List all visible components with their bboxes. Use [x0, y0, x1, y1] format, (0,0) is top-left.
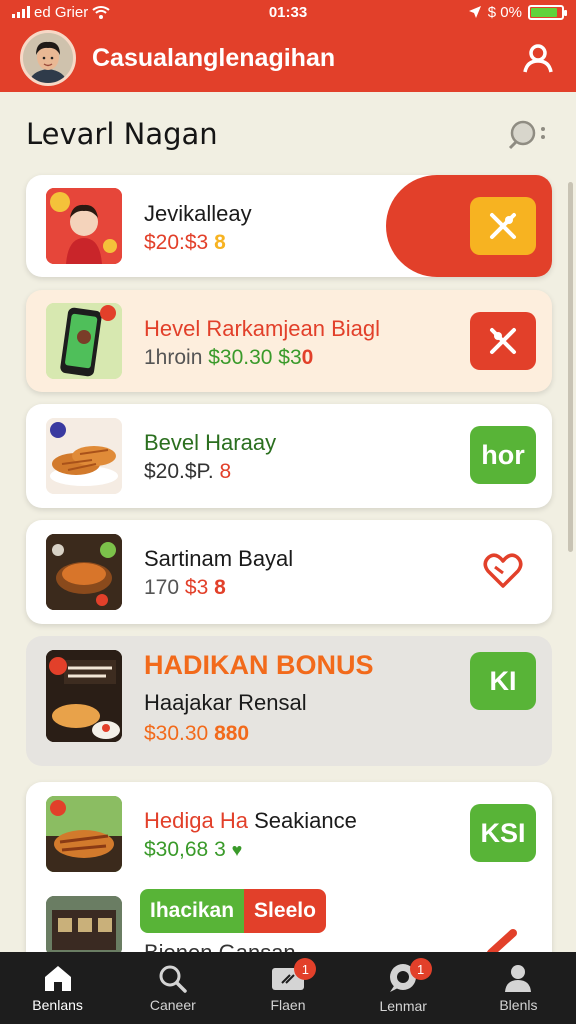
sparkle-icon [490, 328, 516, 354]
item-action-button[interactable]: KI [470, 652, 536, 710]
list-item[interactable]: Bevel Haraay $20.$P. 8 hor [26, 404, 552, 508]
tab-label: Caneer [149, 997, 196, 1013]
item-price-value: $20.$P. [144, 460, 214, 483]
phone-image [46, 303, 122, 379]
home-icon [44, 966, 71, 991]
item-price-value: $30.30 [144, 722, 209, 745]
battery-icon [528, 4, 567, 20]
carrier-label: ed Grier [34, 3, 89, 21]
notification-badge: 1 [409, 958, 432, 980]
thumbnail-art [46, 188, 122, 264]
tab-label: Blenls [499, 997, 538, 1013]
tab-home[interactable]: Benlans [0, 952, 115, 1024]
favorite-button[interactable] [470, 542, 536, 600]
food-image [46, 796, 122, 872]
sparkle-icon [490, 213, 516, 239]
status-right: $ 0% [468, 3, 567, 21]
item-price-value: $30,68 3 [144, 838, 226, 861]
item-price-value: $20:$3 [144, 231, 209, 254]
list-item[interactable]: Jevikalleay $20:$3 8 [26, 175, 552, 277]
status-bar: ed Grier 01:33 $ 0% [0, 0, 576, 24]
tab-label: Lenmar [379, 998, 427, 1014]
promo-chip[interactable]: Ihacikan Sleelo [140, 889, 326, 933]
scrollbar[interactable] [568, 182, 573, 552]
signal-icon [12, 6, 30, 18]
item-thumbnail [46, 303, 122, 379]
item-thumbnail [46, 896, 122, 956]
item-price-suffix: 0 [301, 346, 314, 369]
item-action-button[interactable]: hor [470, 426, 536, 484]
item-thumbnail [46, 796, 122, 872]
item-action-button[interactable] [470, 312, 536, 370]
heart-icon [483, 553, 523, 588]
user-icon [523, 44, 553, 73]
item-price-suffix: 8 [214, 231, 226, 254]
profile-button[interactable] [518, 38, 558, 78]
item-name-rest: Seakiance [254, 808, 357, 833]
item-price-suffix: 8 [219, 460, 232, 483]
status-left: ed Grier [12, 4, 110, 21]
item-thumbnail [46, 418, 122, 494]
battery-fill [531, 7, 557, 17]
tab-profile[interactable]: Blenls [461, 952, 576, 1024]
store-image [46, 896, 122, 956]
item-name-highlight: Hediga Ha [144, 808, 248, 833]
tab-search[interactable]: Caneer [115, 952, 230, 1024]
item-price: 170 $3 8 [144, 576, 226, 600]
item-price: $30,68 3 ♥ [144, 838, 242, 862]
list-item[interactable]: Sartinam Bayal 170 $3 8 [26, 520, 552, 624]
promo-title: HADIKAN BONUS [144, 650, 374, 680]
tab-label: Flaen [270, 997, 306, 1013]
avatar-portrait [23, 33, 73, 83]
item-name: Sartinam Bayal [144, 546, 294, 571]
food-image [46, 650, 122, 742]
avatar[interactable] [20, 30, 76, 86]
food-image [46, 418, 122, 494]
item-price: $20.$P. 8 [144, 460, 231, 484]
item-name: Bevel Haraay [144, 430, 277, 455]
item-name: Hediga Ha Seakiance [144, 808, 357, 834]
item-price-value: $30.30 $3 [208, 346, 302, 369]
item-price-suffix: 880 [214, 722, 250, 745]
promo-list-item[interactable]: HADIKAN BONUS Haajakar Rensal $30.30 880… [26, 636, 552, 766]
item-price: 1hroin $30.30 $30 [144, 346, 313, 370]
item-price: $20:$3 8 [144, 231, 226, 255]
item-name: Jevikalleay [144, 201, 252, 226]
page-title: Levarl Nagan [26, 117, 218, 151]
item-name: Hevel Rarkamjean Biagl [144, 316, 380, 341]
item-price-meta: 170 [144, 576, 180, 599]
item-thumbnail [46, 188, 122, 264]
food-image [46, 534, 122, 610]
promo-chip-left: Ihacikan [140, 889, 245, 933]
item-action-button[interactable]: KSI [470, 804, 536, 862]
app-title: Casualanglenagihan [92, 43, 336, 72]
item-thumbnail [46, 650, 122, 742]
item-meta: 1hroin [144, 346, 203, 369]
item-price-value: $3 [184, 576, 209, 599]
search-icon [508, 120, 545, 150]
item-price: $30.30 880 [144, 722, 249, 746]
heart-small-icon: ♥ [231, 840, 243, 860]
location-arrow-icon [468, 6, 481, 18]
tab-messages[interactable]: Lenmar 1 [346, 952, 461, 1024]
notification-badge: 1 [294, 958, 317, 980]
tab-label: Benlans [32, 997, 83, 1013]
item-thumbnail [46, 534, 122, 610]
profile-icon [505, 965, 532, 992]
wifi-icon [92, 6, 110, 19]
promo-chip-right: Sleelo [244, 889, 326, 933]
search-icon [159, 965, 187, 993]
app-bar: Casualanglenagihan [0, 24, 576, 92]
tab-tickets[interactable]: Flaen 1 [230, 952, 345, 1024]
item-name: Haajakar Rensal [144, 690, 307, 715]
section-header: Levarl Nagan [26, 112, 552, 156]
bottom-tab-bar: Benlans Caneer Flaen 1 Lenmar 1 Blenls [0, 952, 576, 1024]
search-button[interactable] [504, 114, 552, 154]
battery-percent: $ 0% [487, 3, 522, 21]
list-item[interactable]: Hevel Rarkamjean Biagl 1hroin $30.30 $30 [26, 290, 552, 392]
item-price-suffix: 8 [214, 576, 226, 599]
item-action-button[interactable] [470, 197, 536, 255]
